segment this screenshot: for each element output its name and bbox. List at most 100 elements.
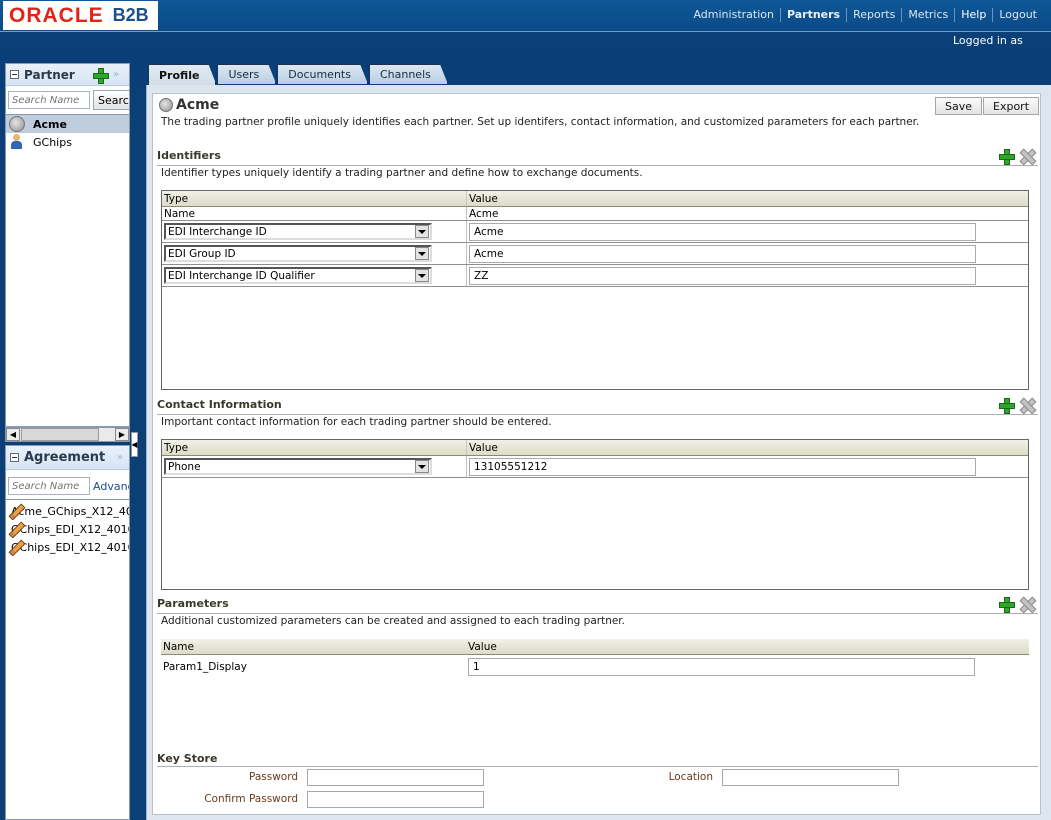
scroll-right-icon[interactable]: ▶ [115, 428, 129, 441]
partner-list-hscrollbar[interactable]: ◀ ▶ [5, 427, 130, 442]
keystore-location-input[interactable] [722, 769, 899, 786]
agreement-item-label: GChips_EDI_X12_4010 [11, 522, 129, 536]
agreement-item[interactable]: GChips_EDI_X12_4010 [6, 538, 129, 556]
nav-help[interactable]: Help [955, 8, 994, 22]
agreement-item[interactable]: GChips_EDI_X12_4010 [6, 520, 129, 538]
expand-panel-icon[interactable]: » [117, 452, 123, 463]
identifier-type-select[interactable]: EDI Interchange ID Qualifier [164, 267, 432, 284]
keystore-confirm-password-input[interactable] [307, 791, 484, 808]
table-header: Name Value [161, 639, 1029, 655]
identifier-type-select[interactable]: EDI Group ID [164, 245, 432, 262]
collapse-icon[interactable] [10, 70, 19, 79]
agreement-item-label: GChips_EDI_X12_4010 [11, 540, 129, 554]
partner-item-gchips[interactable]: GChips [6, 133, 129, 151]
partner-tabs: Profile Users Documents Channels [148, 64, 449, 85]
column-value: Value [469, 442, 498, 454]
param-name: Param1_Display [163, 661, 247, 673]
chevron-down-icon[interactable] [415, 269, 429, 282]
expand-panel-icon[interactable]: » [113, 69, 119, 80]
divider [157, 165, 1038, 166]
column-value: Value [468, 641, 497, 653]
select-value: EDI Interchange ID [168, 225, 267, 238]
save-button[interactable]: Save [935, 97, 983, 115]
nav-metrics[interactable]: Metrics [902, 8, 956, 22]
scroll-thumb[interactable] [21, 428, 99, 441]
tab-channels[interactable]: Channels [369, 64, 448, 84]
row-value: Acme [469, 207, 499, 220]
chevron-down-icon[interactable] [415, 225, 429, 238]
partner-panel-header: Partner » [6, 64, 129, 86]
partner-item-acme[interactable]: Acme [6, 115, 129, 133]
export-button[interactable]: Export [983, 97, 1040, 115]
location-label: Location [668, 771, 713, 783]
scroll-left-icon[interactable]: ◀ [6, 428, 20, 441]
nav-reports[interactable]: Reports [847, 8, 903, 22]
table-header: Type Value [162, 191, 1028, 207]
column-name: Name [163, 641, 194, 653]
partner-item-label: GChips [33, 135, 72, 149]
identifier-value-input[interactable]: Acme [469, 222, 976, 241]
table-row: Name Acme [162, 207, 1028, 221]
add-contact-icon[interactable] [999, 398, 1015, 414]
user-icon [9, 134, 25, 150]
globe-icon [159, 98, 173, 112]
param-value-input[interactable]: 1 [468, 658, 975, 676]
identifier-value-input[interactable]: Acme [469, 244, 976, 263]
column-type: Type [162, 191, 467, 206]
agreement-panel-title: Agreement [24, 450, 106, 465]
add-partner-icon[interactable] [92, 67, 109, 84]
collapse-sidebar-handle[interactable]: ◀ [131, 432, 138, 457]
partner-search-row: Search [6, 86, 129, 114]
chevron-down-icon[interactable] [415, 247, 429, 260]
divider [157, 766, 1038, 767]
advanced-search-link[interactable]: Advanced [93, 480, 129, 493]
agreement-item[interactable]: Acme_GChips_X12_4010 [6, 502, 129, 520]
chevron-down-icon[interactable] [415, 460, 429, 473]
nav-partners[interactable]: Partners [781, 8, 848, 22]
table-row: EDI Group ID Acme [162, 243, 1028, 265]
row-type: Name [162, 207, 467, 220]
identifiers-title: Identifiers [157, 149, 221, 162]
contact-description: Important contact information for each t… [161, 416, 552, 428]
tab-profile[interactable]: Profile [148, 64, 216, 85]
agreement-search-row: Advanced [6, 470, 129, 499]
delete-contact-icon[interactable] [1020, 398, 1034, 412]
partner-search-button[interactable]: Search [93, 90, 129, 110]
table-row: Param1_Display 1 [161, 655, 1029, 679]
agreement-list: Acme_GChips_X12_4010 GChips_EDI_X12_4010… [6, 499, 129, 556]
select-value: Phone [168, 460, 201, 473]
logged-in-status: Logged in as [953, 34, 1023, 47]
contact-table: Type Value Phone 13105551212 [161, 439, 1029, 590]
agreement-item-label: Acme_GChips_X12_4010 [11, 504, 129, 518]
nav-administration[interactable]: Administration [687, 8, 781, 22]
confirm-password-label: Confirm Password [204, 793, 298, 805]
logo-product: B2B [112, 5, 149, 25]
keystore-password-input[interactable] [307, 769, 484, 786]
contact-title: Contact Information [157, 398, 282, 411]
globe-icon [9, 116, 25, 132]
identifier-value-input[interactable]: ZZ [469, 266, 976, 285]
identifiers-table: Type Value Name Acme EDI Interchange ID … [161, 190, 1029, 390]
main-area: Acme The trading partner profile uniquel… [146, 85, 1051, 820]
partner-item-label: Acme [33, 117, 67, 131]
nav-logout[interactable]: Logout [993, 8, 1043, 22]
logo-brand: ORACLE [9, 3, 104, 27]
tab-documents[interactable]: Documents [277, 64, 368, 84]
table-row: EDI Interchange ID Acme [162, 221, 1028, 243]
add-identifier-icon[interactable] [999, 149, 1015, 165]
partner-search-input[interactable] [8, 91, 90, 109]
select-value: EDI Group ID [168, 247, 236, 260]
delete-parameter-icon[interactable] [1020, 597, 1034, 611]
delete-identifier-icon[interactable] [1020, 149, 1034, 163]
tab-users[interactable]: Users [217, 64, 276, 84]
page-title: Acme [159, 97, 219, 113]
agreement-search-input[interactable] [8, 477, 90, 495]
contact-type-select[interactable]: Phone [164, 458, 432, 475]
parameters-title: Parameters [157, 597, 229, 610]
scroll-track[interactable] [99, 428, 115, 441]
identifier-type-select[interactable]: EDI Interchange ID [164, 223, 432, 240]
partner-list: Acme GChips [6, 114, 129, 151]
collapse-icon[interactable] [10, 453, 19, 462]
contact-value-input[interactable]: 13105551212 [469, 457, 976, 476]
add-parameter-icon[interactable] [999, 597, 1015, 613]
